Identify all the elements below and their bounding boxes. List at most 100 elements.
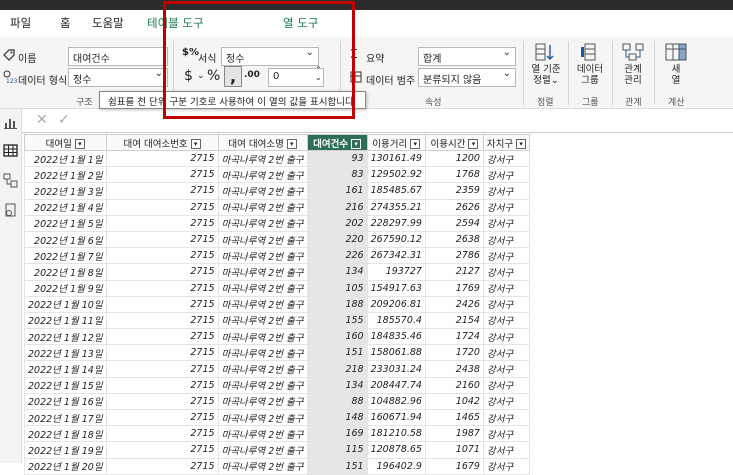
filter-dropdown-icon[interactable]: ▾: [74, 139, 85, 149]
filter-dropdown-icon[interactable]: ▾: [516, 139, 527, 149]
tab-help[interactable]: 도움말: [92, 15, 124, 31]
title-bar: [0, 0, 733, 10]
table-cell: 강서구: [482, 295, 530, 313]
manage-relationships-button[interactable]: 관계 관리: [616, 43, 650, 86]
column-header-selected[interactable]: 대여건수 ▾: [306, 134, 368, 151]
dax-query-view-icon[interactable]: [3, 203, 18, 218]
table-row[interactable]: 2022년 1월 16일 2715 마곡나루역 2번 출구 88 104882.96 10…: [24, 392, 530, 411]
table-cell: 1987: [424, 425, 484, 443]
filter-dropdown-icon[interactable]: ▾: [410, 139, 421, 149]
name-input[interactable]: 대여건수: [68, 47, 168, 66]
new-column-button[interactable]: 새 열: [660, 43, 692, 86]
column-header[interactable]: 대여 대여소번호 ▾: [105, 134, 219, 151]
table-cell: 105: [306, 279, 368, 297]
group-separator: [568, 41, 569, 105]
table-cell: 1724: [424, 328, 484, 346]
table-row[interactable]: 2022년 1월 4일 2715 마곡나루역 2번 출구 216 274355.21 26…: [24, 198, 530, 216]
column-header[interactable]: 자치구 ▾: [482, 134, 530, 151]
table-row[interactable]: 2022년 1월 13일 2715 마곡나루역 2번 출구 151 158061.88 1…: [24, 344, 530, 362]
column-header[interactable]: 대여일 ▾: [24, 134, 107, 151]
table-cell: 2022년 1월 9일: [24, 279, 107, 297]
table-cell: 마곡나루역 2번 출구: [217, 149, 308, 168]
summary-label: 요약: [366, 54, 385, 65]
table-cell: 강서구: [482, 392, 530, 411]
check-icon[interactable]: ✓: [58, 112, 70, 128]
table-row[interactable]: 2022년 1월 9일 2715 마곡나루역 2번 출구 105 154917.63 17…: [24, 279, 530, 297]
summary-dropdown[interactable]: 합계: [418, 47, 516, 66]
table-row[interactable]: 2022년 1월 2일 2715 마곡나루역 2번 출구 83 129502.92 176…: [24, 166, 530, 184]
datatype-dropdown[interactable]: 정수: [68, 68, 168, 87]
model-view-icon[interactable]: [3, 173, 18, 188]
table-row[interactable]: 2022년 1월 12일 2715 마곡나루역 2번 출구 160 184835.46 1…: [24, 328, 530, 346]
table-cell: 2022년 1월 16일: [24, 392, 107, 411]
close-icon[interactable]: ✕: [36, 112, 48, 128]
table-cell: 2715: [105, 328, 219, 346]
table-cell: 185485.67: [366, 182, 426, 200]
group-label-sort: 정렬: [537, 98, 554, 108]
filter-dropdown-icon[interactable]: ▾: [286, 139, 297, 149]
table-row[interactable]: 2022년 1월 11일 2715 마곡나루역 2번 출구 155 185570.4 21…: [24, 311, 530, 330]
table-cell: 1465: [424, 408, 484, 427]
table-cell: 129502.92: [366, 166, 426, 184]
table-cell: 2715: [105, 392, 219, 411]
data-group-button[interactable]: 데이터 그룹: [572, 43, 608, 86]
table-cell: 134: [306, 376, 368, 394]
table-row[interactable]: 2022년 1월 20일 2715 마곡나루역 2번 출구 151 196402.9 16…: [24, 457, 530, 475]
table-cell: 2715: [105, 149, 219, 168]
tab-home[interactable]: 홈: [60, 15, 71, 31]
table-row[interactable]: 2022년 1월 10일 2715 마곡나루역 2번 출구 188 209206.81 2…: [24, 295, 530, 313]
table-row[interactable]: 2022년 1월 15일 2715 마곡나루역 2번 출구 134 208447.74 2…: [24, 376, 530, 394]
table-row[interactable]: 2022년 1월 17일 2715 마곡나루역 2번 출구 148 160671.94 1…: [24, 408, 530, 427]
table-cell: 228297.99: [366, 214, 426, 232]
table-cell: 193727: [366, 263, 426, 281]
table-cell: 마곡나루역 2번 출구: [217, 279, 308, 297]
sort-by-column-button[interactable]: 열 기준 정렬⌄: [527, 43, 565, 86]
table-row[interactable]: 2022년 1월 5일 2715 마곡나루역 2번 출구 202 228297.99 25…: [24, 214, 530, 232]
filter-dropdown-icon[interactable]: ▾: [468, 139, 479, 149]
table-cell: 마곡나루역 2번 출구: [217, 295, 308, 313]
table-cell: 강서구: [482, 182, 530, 200]
table-row[interactable]: 2022년 1월 19일 2715 마곡나루역 2번 출구 115 120878.65 1…: [24, 441, 530, 459]
table-cell: 2022년 1월 7일: [24, 247, 107, 265]
filter-dropdown-icon[interactable]: ▾: [190, 139, 201, 149]
formula-bar[interactable]: ✕ ✓: [22, 109, 733, 133]
table-cell: 강서구: [482, 408, 530, 427]
table-row[interactable]: 2022년 1월 8일 2715 마곡나루역 2번 출구 134 193727 2127 강…: [24, 263, 530, 281]
table-cell: 2022년 1월 4일: [24, 198, 107, 216]
table-cell: 마곡나루역 2번 출구: [217, 408, 308, 427]
table-row[interactable]: 2022년 1월 18일 2715 마곡나루역 2번 출구 169 181210.58 1…: [24, 425, 530, 443]
new-column-icon: [665, 43, 687, 61]
table-cell: 2160: [424, 376, 484, 394]
table-row[interactable]: 2022년 1월 1일 2715 마곡나루역 2번 출구 93 130161.49 120…: [24, 149, 530, 168]
table-cell: 1042: [424, 392, 484, 411]
table-cell: 2715: [105, 360, 219, 378]
column-header[interactable]: 대여 대여소명 ▾: [217, 134, 308, 151]
table-cell: 160671.94: [366, 408, 426, 427]
table-row[interactable]: 2022년 1월 7일 2715 마곡나루역 2번 출구 226 267342.31 27…: [24, 247, 530, 265]
table-view-icon[interactable]: [3, 143, 18, 158]
table-cell: 2022년 1월 6일: [24, 230, 107, 249]
table-cell: 2154: [424, 311, 484, 330]
table-row[interactable]: 2022년 1월 3일 2715 마곡나루역 2번 출구 161 185485.67 23…: [24, 182, 530, 200]
column-header[interactable]: 이용거리 ▾: [366, 134, 426, 151]
table-cell: 2715: [105, 441, 219, 459]
table-row[interactable]: 2022년 1월 6일 2715 마곡나루역 2번 출구 220 267590.12 26…: [24, 230, 530, 249]
table-cell: 130161.49: [366, 149, 426, 168]
table-cell: 마곡나루역 2번 출구: [217, 328, 308, 346]
category-dropdown[interactable]: 분류되지 않음: [418, 68, 516, 87]
table-cell: 115: [306, 441, 368, 459]
table-row[interactable]: 2022년 1월 14일 2715 마곡나루역 2번 출구 218 233031.24 2…: [24, 360, 530, 378]
column-header[interactable]: 이용시간 ▾: [424, 134, 484, 151]
table-cell: 151: [306, 344, 368, 362]
table-cell: 120878.65: [366, 441, 426, 459]
table-cell: 마곡나루역 2번 출구: [217, 247, 308, 265]
filter-dropdown-icon[interactable]: ▾: [351, 139, 362, 149]
table-cell: 마곡나루역 2번 출구: [217, 457, 308, 475]
annotation-highlight-box: [163, 1, 355, 119]
table-header-row: 대여일 ▾ 대여 대여소번호 ▾ 대여 대여소명 ▾ 대여건수 ▾ 이용거리 ▾ 이용시간…: [24, 134, 530, 151]
table-cell: 2715: [105, 279, 219, 297]
tab-file[interactable]: 파일: [10, 15, 31, 31]
report-view-icon[interactable]: [3, 115, 18, 130]
table-cell: 88: [306, 392, 368, 411]
table-cell: 2715: [105, 311, 219, 330]
